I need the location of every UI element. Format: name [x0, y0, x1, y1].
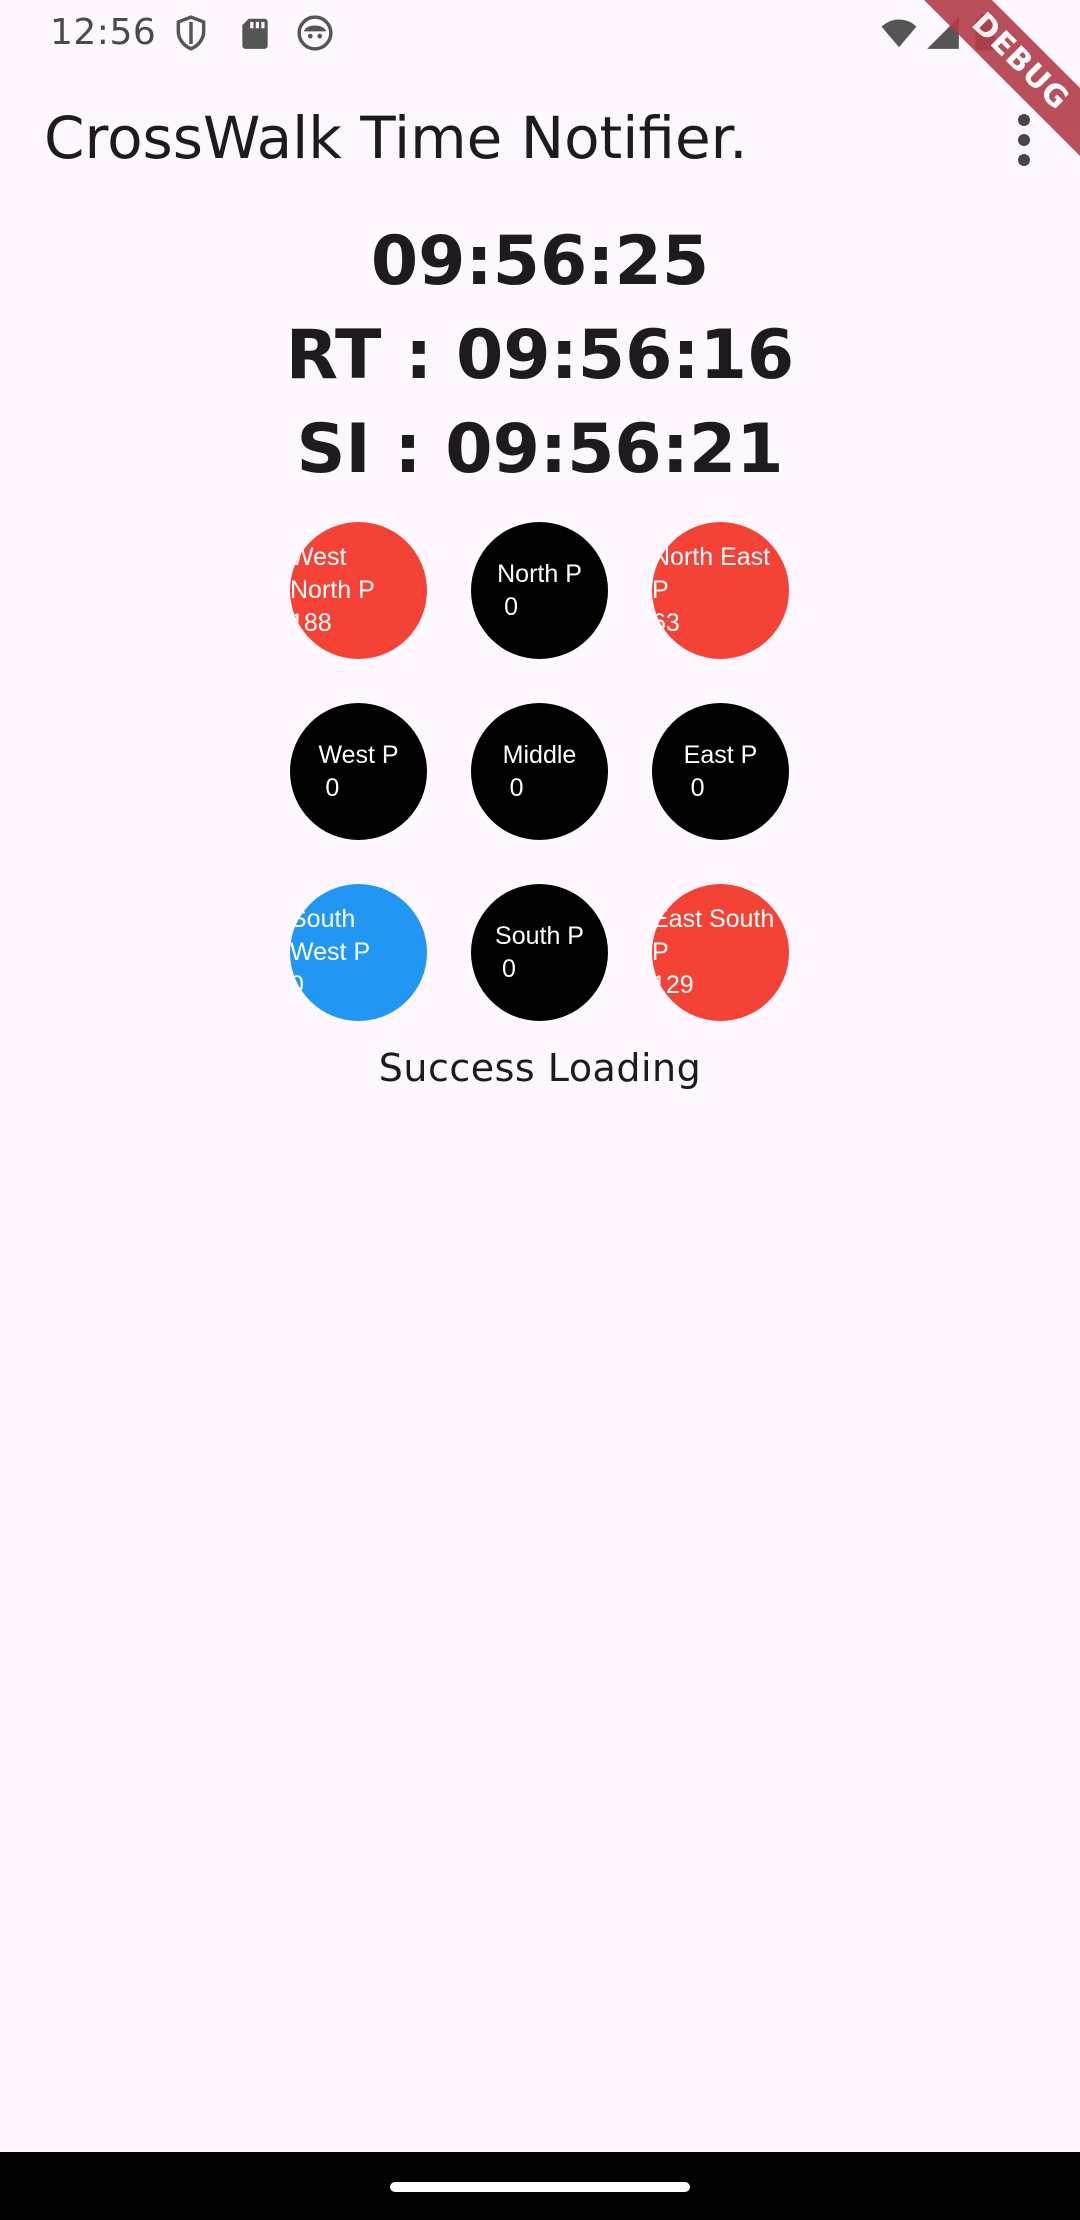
crosswalk-label: East P 0	[683, 740, 758, 802]
crosswalk-west[interactable]: West P 0	[290, 703, 427, 840]
crosswalk-east[interactable]: East P 0	[652, 703, 789, 840]
crosswalk-label: Middle 0	[502, 740, 577, 802]
home-gesture-handle[interactable]	[390, 2182, 690, 2192]
crosswalk-label: West North P 188	[290, 543, 375, 637]
crosswalk-north[interactable]: North P 0	[471, 522, 608, 659]
wifi-icon	[880, 14, 918, 52]
crosswalk-grid: West North P 188 North P 0 North East P …	[290, 522, 790, 1022]
status-bar: 12:56	[0, 0, 1080, 66]
more-vert-icon	[1018, 114, 1030, 166]
crosswalk-south-west[interactable]: South West P 0	[290, 884, 427, 1021]
app-bar: CrossWalk Time Notifier.	[0, 80, 1080, 200]
crosswalk-west-north[interactable]: West North P 188	[290, 522, 427, 659]
crosswalk-middle[interactable]: Middle 0	[471, 703, 608, 840]
status-time: 12:56	[50, 12, 157, 53]
si-time: SI : 09:56:21	[296, 410, 784, 489]
app-title: CrossWalk Time Notifier.	[44, 104, 748, 172]
crosswalk-label: East South P 129	[652, 905, 775, 999]
crosswalk-label: South P 0	[495, 921, 584, 983]
crosswalk-east-south[interactable]: East South P 129	[652, 884, 789, 1021]
shield-icon	[172, 14, 210, 52]
status-message: Success Loading	[378, 1046, 702, 1090]
current-time: 09:56:25	[370, 222, 710, 301]
crosswalk-label: South West P 0	[290, 905, 371, 999]
navigation-bar	[0, 2152, 1080, 2220]
crosswalk-north-east[interactable]: North East P 63	[652, 522, 789, 659]
sd-card-icon	[236, 14, 274, 52]
crosswalk-label: West P 0	[318, 740, 399, 802]
android-face-icon	[296, 14, 334, 52]
overflow-menu-button[interactable]	[994, 110, 1054, 170]
crosswalk-label: North East P 63	[652, 543, 771, 637]
crosswalk-label: North P 0	[497, 559, 582, 621]
crosswalk-south[interactable]: South P 0	[471, 884, 608, 1021]
rt-time: RT : 09:56:16	[285, 316, 795, 395]
